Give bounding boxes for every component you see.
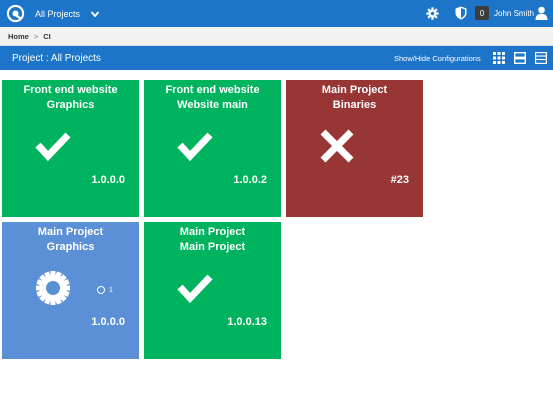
page-title-bar: Project : All Projects Show/Hide Configu… [0,46,553,70]
tile-configuration-name: Binaries [332,99,377,111]
tile-project-name: Front end website [23,84,118,96]
build-tile[interactable]: Front end website Website main 1.0.0.2 [144,80,281,217]
shield-icon[interactable] [455,6,467,20]
tile-build-version: 1.0.0.0 [91,316,125,328]
tile-project-name: Main Project [321,84,388,96]
tile-build-number: #23 [390,174,409,186]
build-tile[interactable]: Front end website Graphics 1.0.0.0 [2,80,139,217]
tile-build-version: 1.0.0.13 [227,316,267,328]
project-selector[interactable]: All Projects [35,0,100,27]
queue-count: 1 [109,286,113,294]
breadcrumb-current: CI [43,31,51,41]
tile-project-name: Front end website [165,84,260,96]
user-icon[interactable] [535,6,548,20]
build-tile[interactable]: Main Project Main Project 1.0.0.13 [144,222,281,359]
gear-icon[interactable] [426,7,439,20]
checkmark-icon [35,132,71,162]
grid-view-icon[interactable] [493,52,505,64]
checkmark-icon [177,132,213,162]
tile-configuration-name: Graphics [46,99,95,111]
tile-project-name: Main Project [179,226,246,238]
tile-build-version: 1.0.0.2 [233,174,267,186]
chevron-down-icon [90,10,100,17]
list-view-icon[interactable] [514,52,526,64]
table-view-icon[interactable] [535,52,547,64]
tile-build-version: 1.0.0.0 [91,174,125,186]
tile-configuration-name: Main Project [179,241,246,253]
queue-ring-icon [97,286,105,294]
page-title: Project : All Projects [12,52,101,64]
breadcrumb: Home > CI [0,27,553,46]
tile-configuration-name: Graphics [46,241,95,253]
tile-project-name: Main Project [37,226,104,238]
notification-count-badge[interactable]: 0 [475,6,489,20]
checkmark-icon [177,274,213,304]
build-tile[interactable]: Main Project Binaries #23 [286,80,423,217]
tile-configuration-name: Website main [177,99,248,111]
user-name[interactable]: John Smith [494,0,534,27]
top-bar: All Projects 0 John Smith [0,0,553,27]
breadcrumb-separator: > [33,31,39,41]
close-icon [320,129,354,163]
build-tile[interactable]: Main Project Graphics 1 1.0.0.0 [2,222,139,359]
toggle-configurations-link[interactable]: Show/Hide Configurations [394,46,481,70]
queue-indicator: 1 [97,286,113,294]
project-selector-label: All Projects [35,8,81,19]
gear-icon [36,271,70,305]
app-logo-icon[interactable] [6,4,25,23]
breadcrumb-home-link[interactable]: Home [8,32,29,41]
